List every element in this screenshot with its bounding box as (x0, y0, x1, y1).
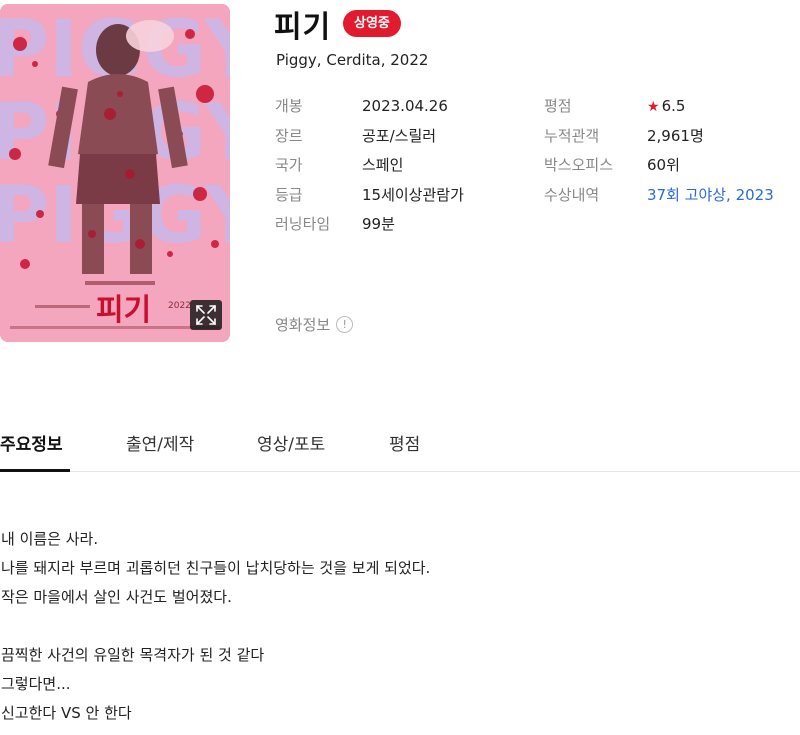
info-country: 국가 (275, 155, 303, 175)
info-icon: ! (336, 316, 354, 333)
info-boxoffice: 박스오피스 (544, 155, 613, 175)
info-label: 평점 (544, 97, 572, 115)
info-runtime: 러닝타임 (275, 214, 330, 234)
info-genre: 장르 (275, 126, 303, 146)
info-rating-grade: 등급 (275, 185, 303, 205)
movie-info-link[interactable]: 영화정보 ! (275, 314, 354, 335)
info-label: 등급 (275, 186, 303, 204)
synopsis-line: 끔찍한 사건의 유일한 목격자가 된 것 같다 (1, 646, 265, 664)
movie-info-label: 영화정보 (275, 316, 331, 334)
info-label: 개봉 (275, 97, 303, 115)
movie-title: 피기 (274, 10, 332, 45)
info-label: 장르 (275, 127, 303, 145)
poster-title-text: 피기 (96, 293, 151, 328)
synopsis-line: 신고한다 VS 안 한다 (1, 704, 132, 722)
synopsis-line: 내 이름은 사라. (1, 530, 99, 548)
info-value: 2,961명 (647, 127, 704, 145)
tab-main-info[interactable]: 주요정보 (0, 430, 63, 455)
synopsis: 내 이름은 사라. 나를 돼지라 부르며 괴롭히던 친구들이 납치당하는 것을 … (1, 525, 430, 728)
info-value: 15세이상관람가 (362, 186, 464, 204)
expand-poster-button[interactable] (190, 300, 222, 330)
info-score: 평점 (544, 96, 572, 116)
movie-subtitle: Piggy, Cerdita, 2022 (276, 51, 429, 69)
synopsis-line: 그렇다면... (1, 675, 71, 693)
awards-link[interactable]: 37회 고야상, 2023 (647, 185, 774, 205)
info-value: 2023.04.26 (362, 97, 448, 115)
info-label: 박스오피스 (544, 156, 614, 174)
info-score-value: ★ 6.5 (647, 96, 685, 116)
info-awards: 수상내역 (544, 185, 599, 205)
info-value: 60위 (647, 156, 680, 174)
star-icon: ★ (647, 99, 660, 115)
tab-reviews[interactable]: 평점 (389, 430, 420, 455)
movie-poster[interactable]: PIGGY PIGGY PIGGY (0, 4, 230, 342)
info-label: 러닝타임 (275, 215, 331, 233)
info-label: 수상내역 (544, 186, 600, 204)
tab-bar: 주요정보 출연/제작 영상/포토 평점 (0, 412, 800, 472)
info-value: 스페인 (362, 156, 404, 174)
synopsis-line: 작은 마을에서 살인 사건도 벌어졌다. (1, 588, 232, 606)
info-value: 99분 (362, 215, 395, 233)
synopsis-line (1, 612, 430, 641)
info-audience: 누적관객 (544, 126, 599, 146)
info-label: 누적관객 (544, 127, 600, 145)
status-badge: 상영중 (343, 10, 401, 37)
info-value: 6.5 (661, 97, 686, 115)
tab-video-photo[interactable]: 영상/포토 (257, 430, 325, 455)
synopsis-line: 나를 돼지라 부르며 괴롭히던 친구들이 납치당하는 것을 보게 되었다. (1, 559, 431, 577)
svg-text:2022: 2022 (168, 301, 191, 311)
info-release: 개봉 (275, 96, 303, 116)
expand-icon (196, 305, 216, 325)
active-tab-indicator (0, 469, 70, 472)
info-label: 국가 (275, 156, 303, 174)
poster-image: PIGGY PIGGY PIGGY (0, 4, 230, 342)
info-value: 공포/스릴러 (362, 127, 437, 145)
tab-cast-crew[interactable]: 출연/제작 (126, 430, 194, 455)
